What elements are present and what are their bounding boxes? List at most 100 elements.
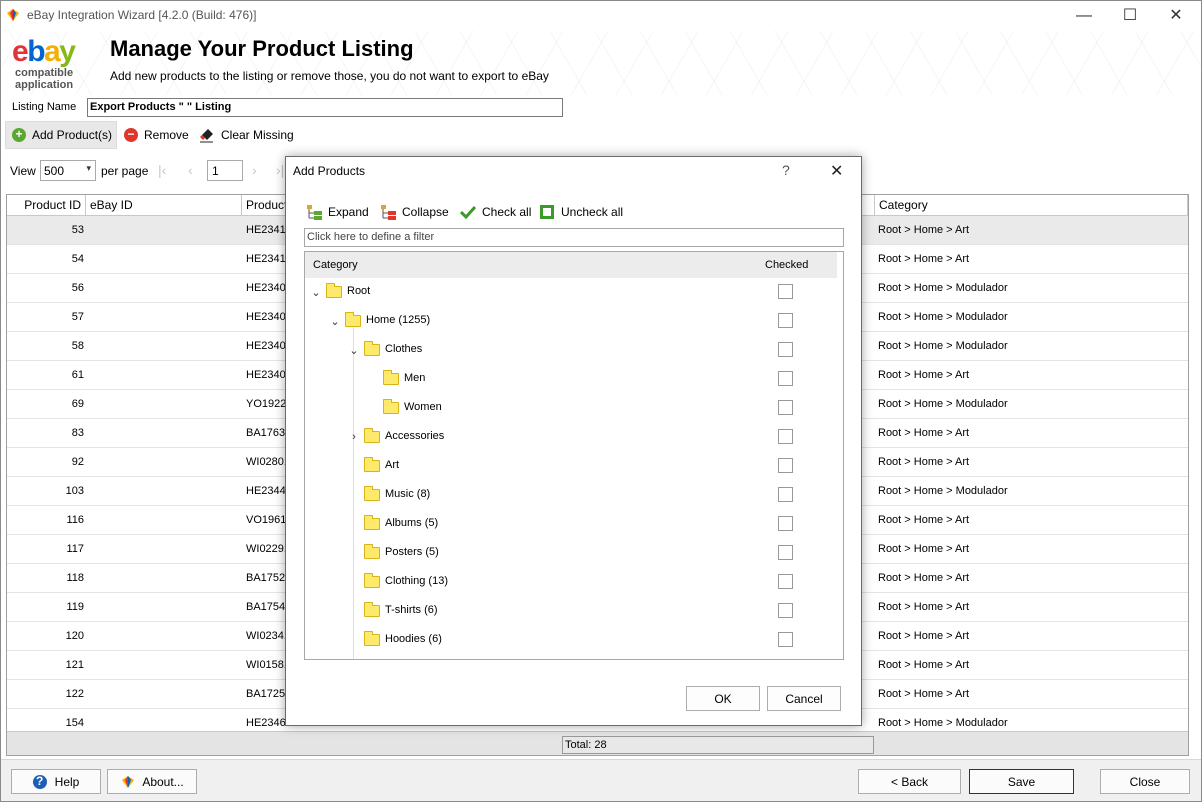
maximize-button[interactable]: ☐: [1107, 1, 1153, 31]
header-category[interactable]: Category: [874, 195, 1188, 216]
tree-node[interactable]: Art: [305, 452, 837, 481]
cancel-button[interactable]: Cancel: [767, 686, 841, 711]
folder-icon: [364, 428, 380, 443]
tree-node[interactable]: ⌄ Root: [305, 278, 837, 307]
cell-product-id: 117: [66, 543, 84, 555]
page-size-select[interactable]: 500 ▾: [40, 160, 96, 181]
ok-button[interactable]: OK: [686, 686, 760, 711]
dialog-close-button[interactable]: ✕: [830, 161, 843, 181]
collapse-icon: [381, 205, 396, 220]
first-page-icon[interactable]: |‹: [158, 162, 166, 178]
tree-node[interactable]: › Accessories: [305, 423, 837, 452]
tree-node[interactable]: Posters (5): [305, 539, 837, 568]
page-number-input[interactable]: 1: [207, 160, 243, 181]
cell-category: Root > Home > Art: [878, 456, 970, 468]
folder-icon: [364, 573, 380, 588]
tree-node[interactable]: Hoodies (6): [305, 626, 837, 655]
tree-expander-icon[interactable]: ›: [349, 431, 359, 443]
help-button[interactable]: ? Help: [11, 769, 101, 794]
cell-product-id: 119: [66, 601, 84, 613]
tree-node-checkbox[interactable]: [778, 400, 793, 415]
cell-product-id: 121: [65, 659, 84, 671]
uncheck-all-button[interactable]: Uncheck all: [540, 201, 623, 223]
add-products-button[interactable]: + Add Product(s): [5, 121, 117, 149]
tree-node-checkbox[interactable]: [778, 516, 793, 531]
cell-product: HE23402: [246, 340, 286, 352]
tree-node-checkbox[interactable]: [778, 342, 793, 357]
tree-node-checkbox[interactable]: [778, 313, 793, 328]
cell-product: VO1961: [246, 514, 286, 526]
cell-product-id: 120: [65, 630, 84, 642]
expand-button[interactable]: Expand: [306, 201, 369, 223]
folder-icon: [364, 515, 380, 530]
dialog-title: Add Products: [293, 164, 366, 178]
tree-node-checkbox[interactable]: [778, 458, 793, 473]
tree-node-label: Home (1255): [366, 314, 431, 326]
clear-missing-button[interactable]: Clear Missing: [199, 121, 294, 149]
title-bar: eBay Integration Wizard [4.2.0 (Build: 4…: [1, 1, 1201, 31]
add-products-dialog: Add Products ? ✕ Expand Collapse Check a…: [285, 156, 862, 726]
last-page-icon[interactable]: ›|: [276, 162, 284, 178]
about-icon: [122, 775, 135, 788]
tree-node[interactable]: ⌄ Clothes: [305, 336, 837, 365]
tree-node-checkbox[interactable]: [778, 429, 793, 444]
check-all-button[interactable]: Check all: [460, 201, 531, 223]
folder-icon: [383, 399, 399, 414]
cell-category: Root > Home > Modulador: [878, 485, 1008, 497]
tree-node-checkbox[interactable]: [778, 632, 793, 647]
save-button[interactable]: Save: [969, 769, 1074, 794]
tree-node-checkbox[interactable]: [778, 574, 793, 589]
tree-node[interactable]: Women: [305, 394, 837, 423]
cell-product-id: 61: [71, 369, 84, 381]
uncheck-all-label: Uncheck all: [561, 205, 624, 219]
total-count: Total: 28: [562, 736, 874, 754]
page-size-value: 500: [44, 164, 65, 178]
tree-node-label: Albums (5): [385, 517, 439, 529]
cell-product-id: 56: [71, 282, 84, 294]
collapse-button[interactable]: Collapse: [380, 201, 449, 223]
tree-header-category: Category: [313, 259, 358, 271]
next-page-icon[interactable]: ›: [252, 162, 257, 178]
close-window-button[interactable]: ✕: [1153, 1, 1199, 31]
about-button[interactable]: About...: [107, 769, 197, 794]
cell-product: WI02801: [246, 456, 286, 468]
back-button[interactable]: < Back: [858, 769, 961, 794]
listing-name-field[interactable]: Export Products " " Listing: [87, 98, 563, 117]
clear-missing-label: Clear Missing: [221, 128, 294, 142]
folder-icon: [364, 341, 380, 356]
cell-product: HE23412: [246, 253, 286, 265]
tree-node-label: Root: [347, 285, 371, 297]
cell-category: Root > Home > Modulador: [878, 311, 1008, 323]
tree-node-label: Art: [385, 459, 400, 471]
folder-icon: [326, 283, 342, 298]
tree-node-checkbox[interactable]: [778, 545, 793, 560]
cell-category: Root > Home > Art: [878, 688, 970, 700]
header-product-id[interactable]: Product ID: [7, 195, 86, 216]
tree-node[interactable]: Clothing (13): [305, 568, 837, 597]
tree-node[interactable]: T-shirts (6): [305, 597, 837, 626]
filter-input[interactable]: Click here to define a filter: [304, 228, 844, 247]
tree-node-checkbox[interactable]: [778, 284, 793, 299]
tree-header-checked: Checked: [765, 259, 809, 271]
dialog-help-button[interactable]: ?: [782, 162, 790, 178]
page-title: Manage Your Product Listing: [110, 36, 414, 61]
close-button[interactable]: Close: [1100, 769, 1190, 794]
listing-name-label: Listing Name: [12, 101, 77, 113]
header-ebay-id[interactable]: eBay ID: [86, 195, 242, 216]
cell-category: Root > Home > Art: [878, 224, 970, 236]
tree-expander-icon[interactable]: ⌄: [349, 344, 359, 357]
tree-expander-icon[interactable]: ⌄: [330, 315, 340, 328]
tree-node-checkbox[interactable]: [778, 487, 793, 502]
ebay-logo: ebay compatible application: [12, 37, 102, 95]
minimize-button[interactable]: —: [1061, 1, 1107, 31]
tree-node[interactable]: Albums (5): [305, 510, 837, 539]
tree-node[interactable]: ⌄ Home (1255): [305, 307, 837, 336]
tree-node[interactable]: Men: [305, 365, 837, 394]
remove-button[interactable]: − Remove: [124, 121, 189, 149]
tree-expander-icon[interactable]: ⌄: [311, 286, 321, 299]
prev-page-icon[interactable]: ‹: [188, 162, 193, 178]
tree-node-checkbox[interactable]: [778, 603, 793, 618]
tree-node-checkbox[interactable]: [778, 371, 793, 386]
logo-line-2: application: [15, 79, 74, 91]
tree-node[interactable]: Music (8): [305, 481, 837, 510]
